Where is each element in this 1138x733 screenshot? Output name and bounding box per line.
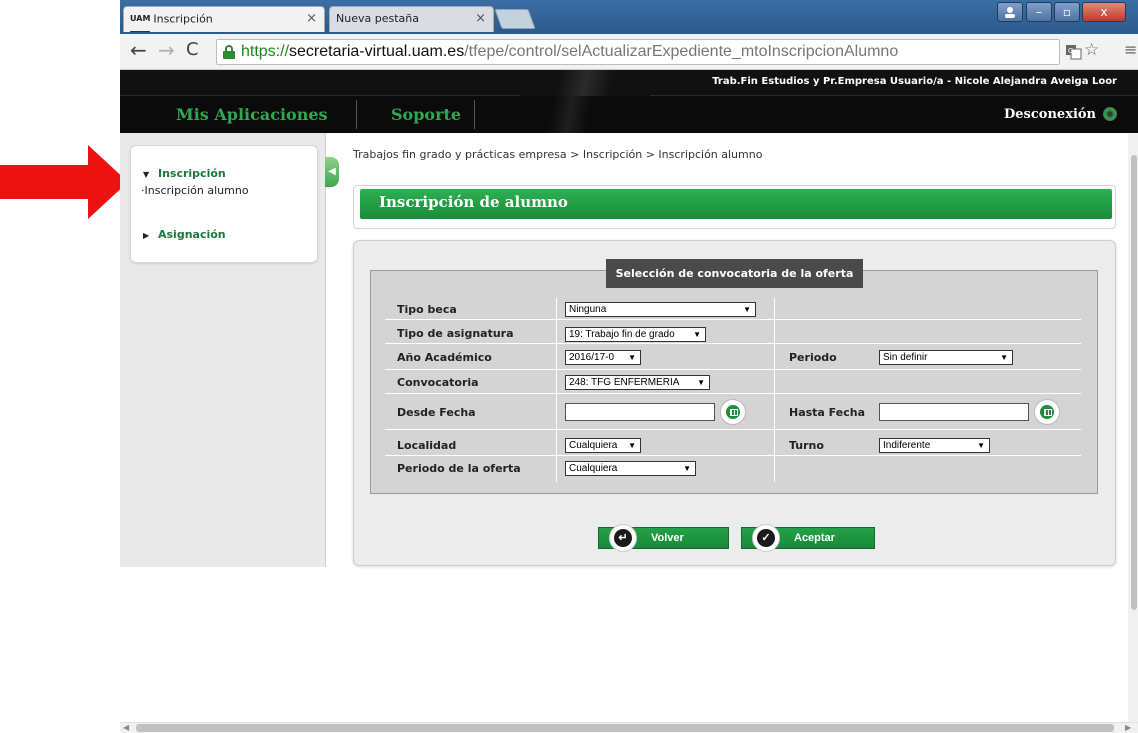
menu-soporte[interactable]: Soporte: [391, 105, 461, 124]
calendar-icon[interactable]: [720, 399, 746, 425]
menu-icon[interactable]: ≡: [1124, 42, 1137, 58]
fieldset-legend: Selección de convocatoria de la oferta: [606, 259, 863, 288]
sidebar-panel: [130, 145, 318, 263]
uam-favicon-icon: UAM: [130, 7, 151, 32]
label-periodo-oferta: Periodo de la oferta: [397, 462, 521, 475]
red-arrow-annotation: [0, 145, 128, 219]
back-button-label: Volver: [651, 532, 684, 544]
label-hasta-fecha: Hasta Fecha: [789, 406, 865, 419]
label-turno: Turno: [789, 439, 824, 452]
menu-divider: [356, 100, 357, 129]
tab-close-icon[interactable]: ×: [475, 7, 486, 31]
select-periodo-oferta[interactable]: Cualquiera ▼: [565, 461, 696, 476]
sidebar-item-inscripcion-alumno[interactable]: ·Inscripción alumno: [141, 184, 249, 197]
menu-divider: [474, 100, 475, 129]
check-icon: ✓: [752, 524, 780, 552]
dropdown-arrow-icon: ▼: [743, 305, 751, 314]
close-window-button[interactable]: x: [1082, 2, 1126, 22]
input-desde-fecha[interactable]: [565, 403, 715, 421]
translate-icon[interactable]: G: [1066, 44, 1082, 63]
forward-icon[interactable]: →: [158, 40, 175, 60]
svg-text:G: G: [1068, 47, 1073, 55]
sidebar-item-label: Inscripción alumno: [144, 184, 249, 197]
accept-button-label: Aceptar: [794, 532, 835, 544]
screen: UAM Inscripción × Nueva pestaña × – ▫ x ←…: [0, 0, 1138, 733]
sidebar-group-inscripcion[interactable]: ▼ Inscripción: [143, 167, 226, 180]
maximize-button[interactable]: ▫: [1054, 2, 1080, 22]
minimize-button[interactable]: –: [1026, 2, 1052, 22]
address-bar[interactable]: https://secretaria-virtual.uam.es/tfepe/…: [216, 39, 1060, 65]
select-tipo-beca[interactable]: Ninguna ▼: [565, 302, 756, 317]
select-localidad[interactable]: Cualquiera ▼: [565, 438, 641, 453]
lock-icon: [223, 45, 235, 59]
reload-icon[interactable]: C: [186, 40, 199, 60]
label-tipo-beca: Tipo beca: [397, 303, 457, 316]
input-hasta-fecha[interactable]: [879, 403, 1029, 421]
tab-close-icon[interactable]: ×: [306, 7, 317, 31]
select-tipo-asignatura[interactable]: 19: Trabajo fin de grado ▼: [565, 327, 706, 342]
label-anio-academico: Año Académico: [397, 351, 492, 364]
form-row: [385, 370, 1081, 394]
tab-label: Nueva pestaña: [336, 12, 419, 25]
label-desde-fecha: Desde Fecha: [397, 406, 476, 419]
sidebar-group-label: Inscripción: [158, 167, 226, 180]
page-title: Inscripción de alumno: [379, 193, 568, 211]
sidebar-group-label: Asignación: [158, 228, 226, 241]
calendar-icon[interactable]: [1034, 399, 1060, 425]
user-info: Trab.Fin Estudios y Pr.Empresa Usuario/a…: [712, 76, 1117, 87]
power-icon[interactable]: [1103, 107, 1117, 121]
caret-right-icon: ▶: [143, 231, 150, 240]
label-convocatoria: Convocatoria: [397, 376, 479, 389]
select-convocatoria[interactable]: 248: TFG ENFERMERIA ▼: [565, 375, 710, 390]
tab-label: Inscripción: [153, 12, 213, 26]
profile-icon[interactable]: [997, 2, 1023, 22]
back-icon[interactable]: ←: [130, 40, 147, 60]
return-icon: ↵: [609, 524, 637, 552]
new-tab-button[interactable]: [494, 9, 536, 29]
select-periodo[interactable]: Sin definir ▼: [879, 350, 1013, 365]
star-icon[interactable]: ☆: [1084, 42, 1099, 59]
accept-button[interactable]: ✓ Aceptar: [741, 524, 875, 552]
browser-tab-new[interactable]: Nueva pestaña ×: [329, 6, 494, 32]
sidebar-collapse-handle[interactable]: ◀: [325, 157, 339, 187]
label-tipo-asignatura: Tipo de asignatura: [397, 327, 514, 340]
select-turno[interactable]: Indiferente ▼: [879, 438, 990, 453]
breadcrumb: Trabajos fin grado y prácticas empresa >…: [353, 148, 763, 161]
dropdown-arrow-icon: ▼: [693, 330, 701, 339]
horizontal-scroll-thumb[interactable]: [136, 724, 1114, 732]
app-menu-bar: Mis Aplicaciones Soporte Desconexión: [120, 96, 1138, 133]
dropdown-arrow-icon: ▼: [697, 378, 705, 387]
logout-link[interactable]: Desconexión: [1004, 107, 1096, 122]
label-periodo: Periodo: [789, 351, 837, 364]
browser-toolbar: ← → C https://secretaria-virtual.uam.es/…: [120, 34, 1138, 70]
label-localidad: Localidad: [397, 439, 457, 452]
back-button[interactable]: ↵ Volver: [598, 524, 729, 552]
select-anio-academico[interactable]: 2016/17-0 ▼: [565, 350, 641, 365]
column-divider: [774, 298, 775, 482]
dropdown-arrow-icon: ▼: [628, 353, 636, 362]
sidebar-group-asignacion[interactable]: ▶ Asignación: [143, 228, 226, 241]
scroll-left-icon[interactable]: ◀: [123, 722, 129, 733]
dropdown-arrow-icon: ▼: [977, 441, 985, 450]
vertical-scroll-thumb[interactable]: [1131, 155, 1137, 610]
scroll-right-icon[interactable]: ▶: [1125, 722, 1131, 733]
caret-down-icon: ▼: [143, 170, 150, 179]
menu-mis-aplicaciones[interactable]: Mis Aplicaciones: [176, 105, 328, 124]
column-divider: [556, 298, 557, 482]
app-header-info-bar: Trab.Fin Estudios y Pr.Empresa Usuario/a…: [120, 70, 1138, 96]
browser-titlebar: UAM Inscripción × Nueva pestaña × – ▫ x: [120, 0, 1138, 34]
dropdown-arrow-icon: ▼: [683, 464, 691, 473]
url-text: https://secretaria-virtual.uam.es/tfepe/…: [241, 43, 899, 60]
browser-tab-active[interactable]: UAM Inscripción ×: [123, 6, 325, 32]
dropdown-arrow-icon: ▼: [1000, 353, 1008, 362]
dropdown-arrow-icon: ▼: [628, 441, 636, 450]
